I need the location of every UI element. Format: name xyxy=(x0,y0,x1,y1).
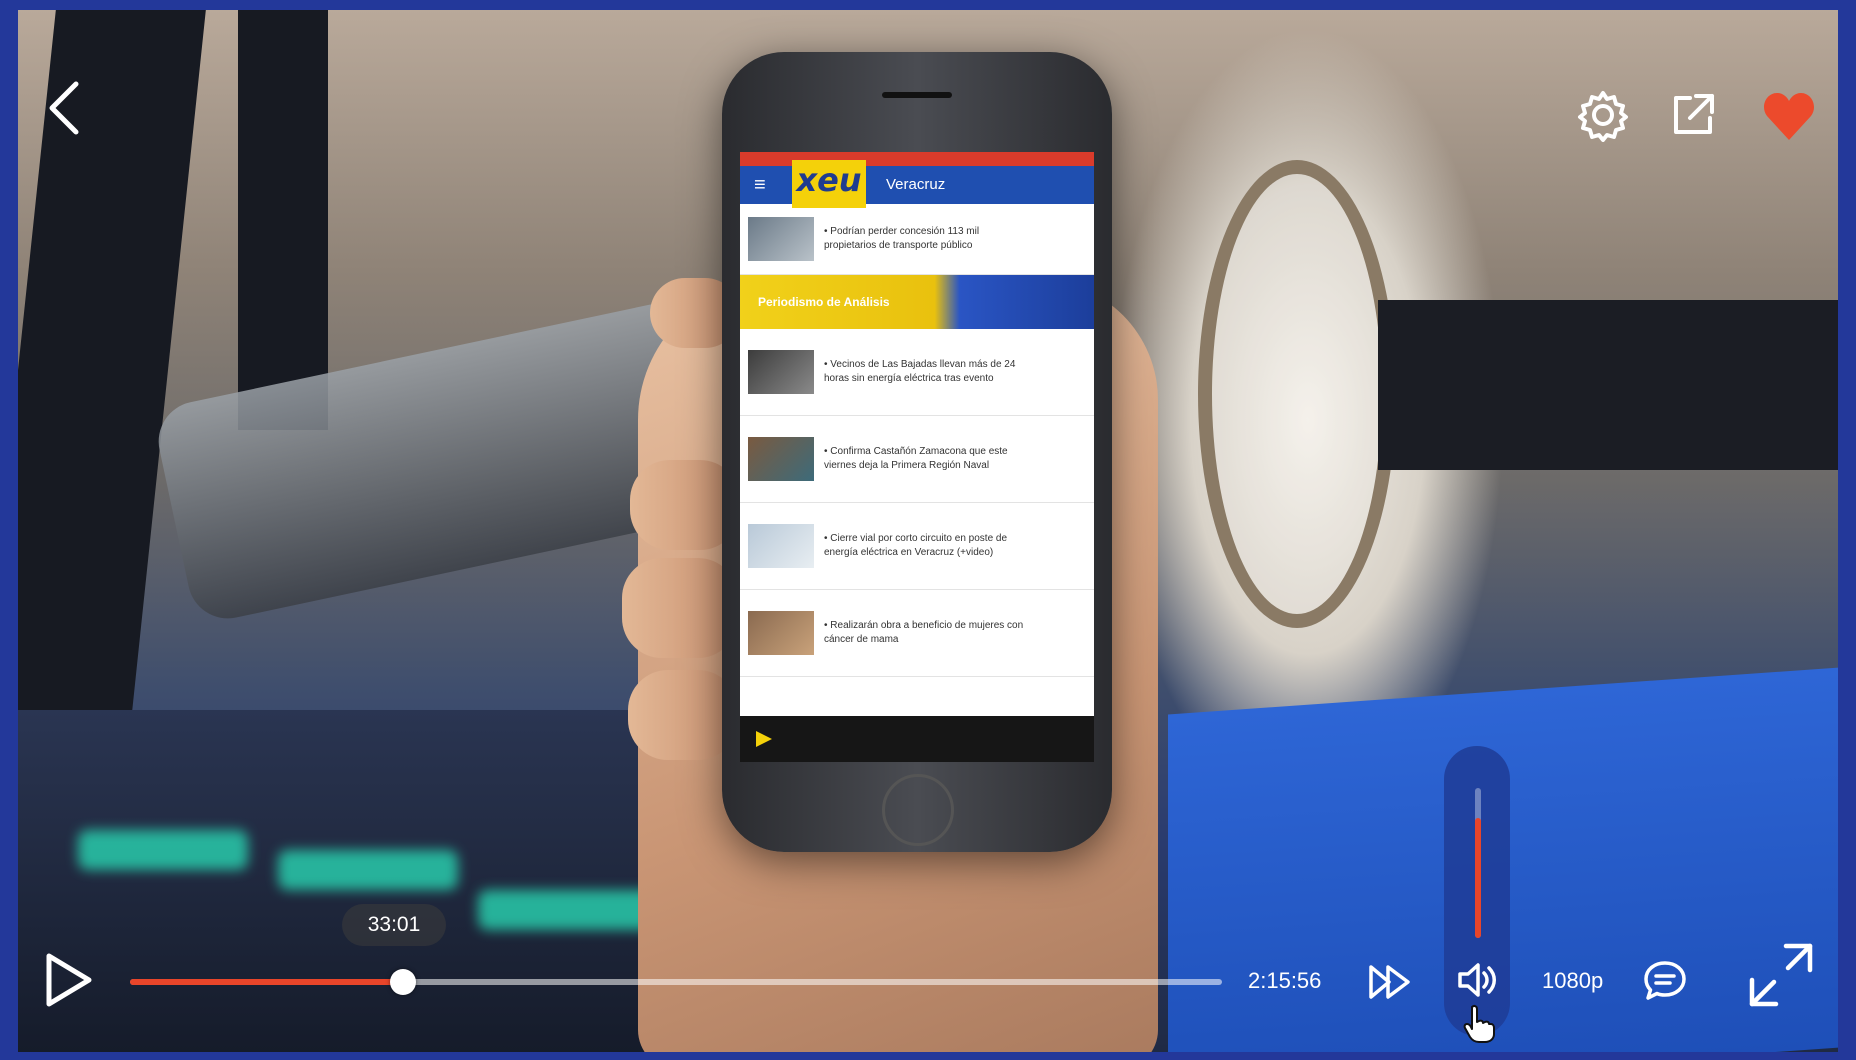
gear-icon xyxy=(1578,91,1628,142)
seek-bar-progress xyxy=(130,979,403,985)
settings-button[interactable] xyxy=(1576,88,1630,142)
app-header: ≡ xeu Veracruz xyxy=(740,160,1094,208)
news-item: • Podrían perder concesión 113 mil propi… xyxy=(740,204,1094,275)
fast-forward-button[interactable] xyxy=(1368,962,1412,1002)
share-button[interactable] xyxy=(1670,92,1716,138)
seek-bar[interactable] xyxy=(130,969,1222,995)
caption-bubble-icon xyxy=(1644,961,1686,1000)
quality-selector[interactable]: 1080p xyxy=(1542,968,1603,994)
seek-bar-handle[interactable] xyxy=(390,969,416,995)
news-headline: • Vecinos de Las Bajadas llevan más de 2… xyxy=(824,359,1016,384)
player-frame: ≡ xeu Veracruz • Podrían perder concesió… xyxy=(0,0,1856,1060)
phone-home-button xyxy=(882,774,954,846)
led-strip xyxy=(278,850,458,890)
mic-arm-background xyxy=(238,10,328,430)
promo-banner: Periodismo de Análisis xyxy=(740,275,1094,329)
news-item: • Cierre vial por corto circuito en post… xyxy=(740,503,1094,590)
news-headline: • Podrían perder concesión 113 mil propi… xyxy=(824,226,980,251)
hamburger-icon: ≡ xyxy=(754,174,766,196)
news-item: • Confirma Castañón Zamacona que este vi… xyxy=(740,416,1094,503)
play-icon xyxy=(46,953,92,1007)
volume-slider-level xyxy=(1475,818,1481,938)
back-button[interactable] xyxy=(44,80,84,136)
play-icon xyxy=(756,731,772,747)
led-strip xyxy=(78,830,248,870)
pop-filter-background xyxy=(1198,160,1396,628)
heart-icon xyxy=(1763,93,1815,140)
news-item: • Realizarán obra a beneficio de mujeres… xyxy=(740,590,1094,677)
chevron-left-icon xyxy=(49,81,79,135)
news-thumbnail xyxy=(748,217,814,261)
seek-time-tooltip: 33:01 xyxy=(342,904,446,946)
video-surface[interactable]: ≡ xeu Veracruz • Podrían perder concesió… xyxy=(18,10,1838,1052)
duration-label: 2:15:56 xyxy=(1248,968,1322,993)
external-link-icon xyxy=(1674,94,1714,134)
fast-forward-icon xyxy=(1369,965,1410,999)
volume-icon xyxy=(1458,963,1496,997)
volume-button[interactable] xyxy=(1456,960,1500,1000)
news-thumbnail xyxy=(748,611,814,655)
fullscreen-button[interactable] xyxy=(1746,940,1816,1010)
news-thumbnail xyxy=(748,437,814,481)
smartphone: ≡ xeu Veracruz • Podrían perder concesió… xyxy=(722,52,1112,852)
phone-audio-player xyxy=(740,716,1094,762)
finger xyxy=(622,558,738,658)
favorite-button[interactable] xyxy=(1762,90,1816,142)
news-headline: • Confirma Castañón Zamacona que este vi… xyxy=(824,446,1008,471)
news-headline: • Realizarán obra a beneficio de mujeres… xyxy=(824,620,1024,645)
news-thumbnail xyxy=(748,350,814,394)
volume-slider-track[interactable] xyxy=(1475,788,1481,938)
expand-icon xyxy=(1749,943,1813,1007)
studio-wall-dark xyxy=(1378,300,1838,470)
phone-screen: ≡ xeu Veracruz • Podrían perder concesió… xyxy=(740,152,1094,762)
captions-button[interactable] xyxy=(1642,958,1688,1004)
xeu-logo: xeu xyxy=(792,160,866,208)
city-label: Veracruz xyxy=(886,176,946,193)
news-headline: • Cierre vial por corto circuito en post… xyxy=(824,533,1008,558)
news-item: • Vecinos de Las Bajadas llevan más de 2… xyxy=(740,329,1094,416)
phone-speaker xyxy=(882,92,952,98)
hand-pointer-icon xyxy=(1462,1004,1496,1044)
play-button[interactable] xyxy=(44,952,94,1008)
news-thumbnail xyxy=(748,524,814,568)
